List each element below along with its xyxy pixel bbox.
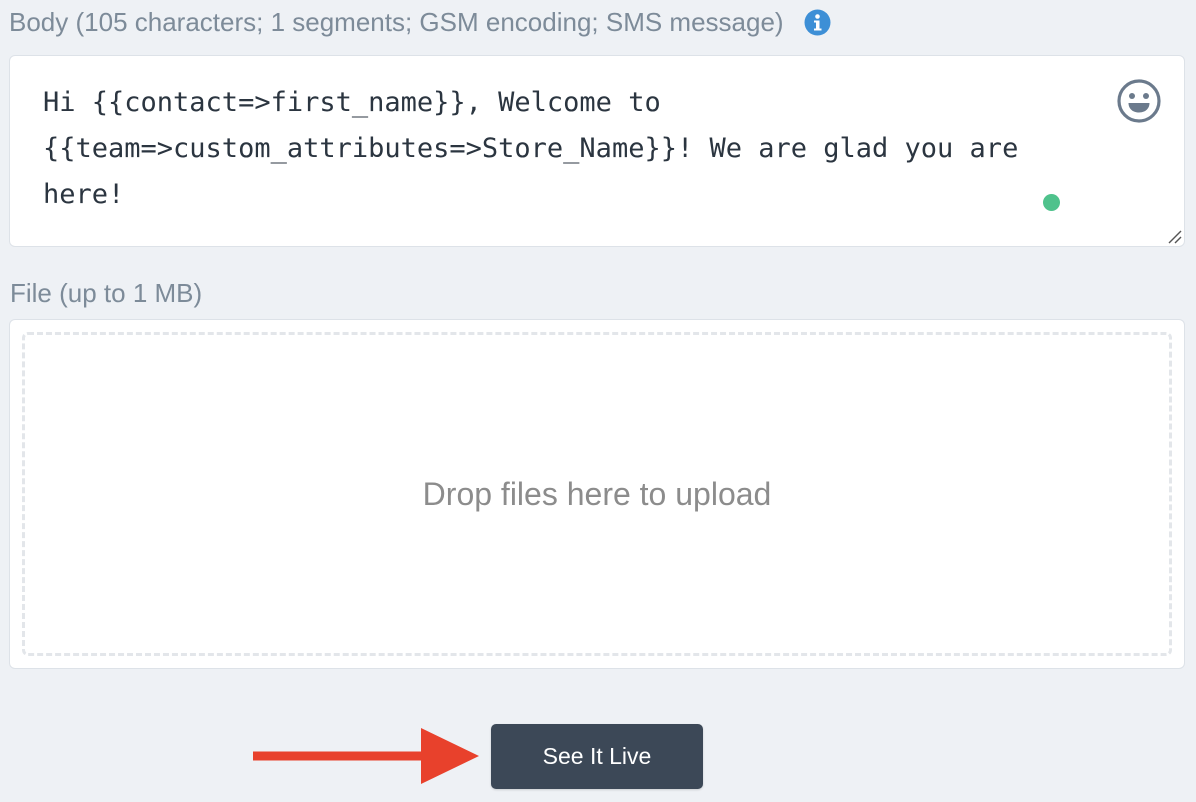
see-it-live-button[interactable]: See It Live bbox=[491, 724, 703, 789]
dropzone-text: Drop files here to upload bbox=[422, 475, 772, 512]
status-indicator-dot bbox=[1043, 194, 1060, 211]
body-textarea[interactable]: Hi {{contact=>first_name}}, Welcome to {… bbox=[9, 55, 1185, 247]
file-field-label: File (up to 1 MB) bbox=[10, 278, 203, 308]
emoji-picker-button[interactable] bbox=[1116, 78, 1162, 124]
body-text-value[interactable]: Hi {{contact=>first_name}}, Welcome to {… bbox=[43, 80, 1083, 218]
body-label-row: Body (105 characters; 1 segments; GSM en… bbox=[9, 4, 831, 40]
red-arrow-icon bbox=[253, 728, 479, 784]
info-icon[interactable] bbox=[804, 9, 831, 36]
body-field-label: Body (105 characters; 1 segments; GSM en… bbox=[9, 6, 784, 37]
resize-handle-icon[interactable] bbox=[1166, 228, 1182, 244]
smiley-face-icon bbox=[1117, 79, 1161, 123]
file-dropzone[interactable]: Drop files here to upload bbox=[9, 319, 1185, 669]
dropzone-dashed-area[interactable]: Drop files here to upload bbox=[22, 332, 1172, 656]
